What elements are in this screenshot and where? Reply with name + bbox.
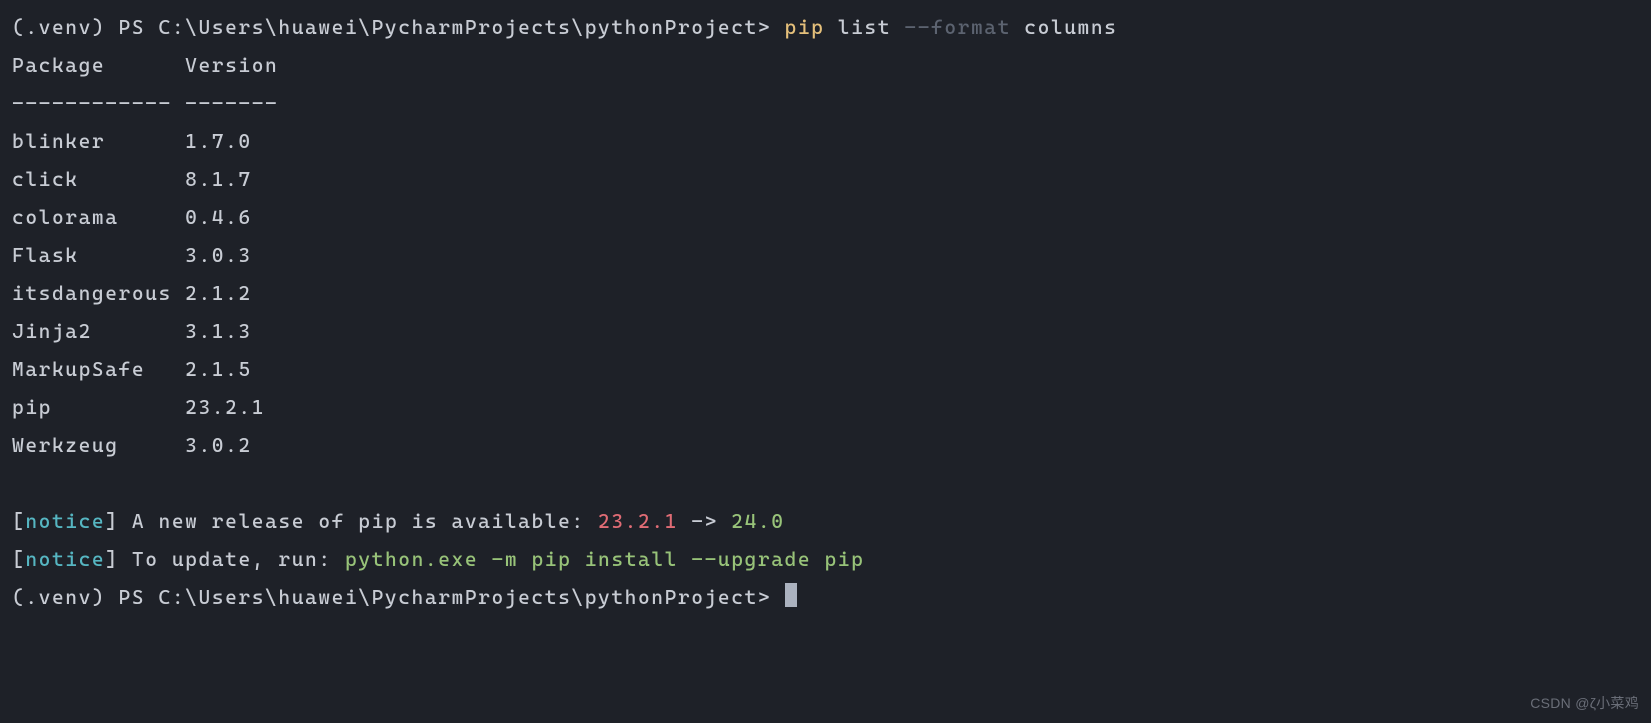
command-line-2: (.venv) PS C:\Users\huawei\PycharmProjec… bbox=[12, 578, 1639, 616]
notice-label: notice bbox=[25, 509, 105, 533]
table-row: Werkzeug 3.0.2 bbox=[12, 426, 1639, 464]
blank-line bbox=[12, 464, 1639, 502]
package-version: 1.7.0 bbox=[172, 129, 252, 153]
terminal-output[interactable]: (.venv) PS C:\Users\huawei\PycharmProjec… bbox=[12, 8, 1639, 616]
package-name: colorama bbox=[12, 205, 172, 229]
header-package: Package bbox=[12, 53, 172, 77]
package-name: itsdangerous bbox=[12, 281, 172, 305]
package-name: Flask bbox=[12, 243, 172, 267]
bracket-open: [ bbox=[12, 547, 25, 571]
cursor-icon bbox=[785, 583, 797, 607]
table-row: itsdangerous 2.1.2 bbox=[12, 274, 1639, 312]
package-version: 0.4.6 bbox=[172, 205, 252, 229]
package-version: 8.1.7 bbox=[172, 167, 252, 191]
package-version: 3.0.3 bbox=[172, 243, 252, 267]
header-version: Version bbox=[172, 53, 279, 77]
table-header: Package Version bbox=[12, 46, 1639, 84]
package-name: blinker bbox=[12, 129, 172, 153]
new-version: 24.0 bbox=[731, 509, 784, 533]
table-row: MarkupSafe 2.1.5 bbox=[12, 350, 1639, 388]
package-name: MarkupSafe bbox=[12, 357, 172, 381]
table-row: Flask 3.0.3 bbox=[12, 236, 1639, 274]
package-name: click bbox=[12, 167, 172, 191]
notice-line-1: [notice] A new release of pip is availab… bbox=[12, 502, 1639, 540]
table-row: colorama 0.4.6 bbox=[12, 198, 1639, 236]
prompt-text: (.venv) PS C:\Users\huawei\PycharmProjec… bbox=[12, 585, 785, 609]
notice-msg: A new release of pip is available: bbox=[132, 509, 598, 533]
cmd-list: list bbox=[824, 15, 904, 39]
command-line-1: (.venv) PS C:\Users\huawei\PycharmProjec… bbox=[12, 8, 1639, 46]
prompt-text: (.venv) PS C:\Users\huawei\PycharmProjec… bbox=[12, 15, 785, 39]
update-command: python.exe -m pip install --upgrade pip bbox=[345, 547, 864, 571]
package-name: Werkzeug bbox=[12, 433, 172, 457]
table-row: blinker 1.7.0 bbox=[12, 122, 1639, 160]
cmd-pip: pip bbox=[785, 15, 825, 39]
table-row: pip 23.2.1 bbox=[12, 388, 1639, 426]
notice-label: notice bbox=[25, 547, 105, 571]
package-name: Jinja2 bbox=[12, 319, 172, 343]
table-divider: ------------ ------- bbox=[12, 84, 1639, 122]
package-version: 3.1.3 bbox=[172, 319, 252, 343]
cmd-arg: columns bbox=[1011, 15, 1118, 39]
package-version: 3.0.2 bbox=[172, 433, 252, 457]
table-row: click 8.1.7 bbox=[12, 160, 1639, 198]
package-version: 2.1.2 bbox=[172, 281, 252, 305]
package-name: pip bbox=[12, 395, 172, 419]
old-version: 23.2.1 bbox=[598, 509, 678, 533]
package-version: 2.1.5 bbox=[172, 357, 252, 381]
watermark-text: CSDN @ζ小菜鸡 bbox=[1530, 690, 1639, 717]
notice-msg: To update, run: bbox=[132, 547, 345, 571]
notice-line-2: [notice] To update, run: python.exe -m p… bbox=[12, 540, 1639, 578]
arrow: -> bbox=[678, 509, 731, 533]
table-row: Jinja2 3.1.3 bbox=[12, 312, 1639, 350]
cmd-flag: --format bbox=[904, 15, 1011, 39]
package-version: 23.2.1 bbox=[172, 395, 265, 419]
bracket-close: ] bbox=[105, 547, 132, 571]
bracket-open: [ bbox=[12, 509, 25, 533]
bracket-close: ] bbox=[105, 509, 132, 533]
